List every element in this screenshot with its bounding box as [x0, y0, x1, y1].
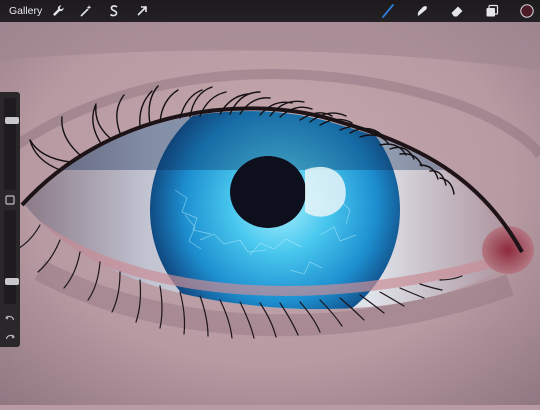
tear-duct — [482, 226, 534, 274]
left-sidebar — [0, 92, 20, 347]
smudge-icon[interactable] — [414, 3, 430, 19]
color-swatch-button[interactable] — [519, 3, 535, 19]
opacity-thumb[interactable] — [5, 278, 19, 285]
layers-icon[interactable] — [484, 3, 500, 19]
brush-icon[interactable] — [380, 3, 396, 19]
brush-size-slider[interactable] — [4, 98, 19, 190]
selection-s-icon[interactable] — [106, 3, 122, 19]
opacity-slider[interactable] — [4, 210, 19, 304]
magic-wand-icon[interactable] — [78, 3, 94, 19]
transform-arrow-icon[interactable] — [134, 3, 150, 19]
top-toolbar: Gallery — [0, 0, 540, 22]
eraser-icon[interactable] — [449, 3, 465, 19]
square-modify-icon[interactable] — [5, 195, 15, 205]
gallery-button[interactable]: Gallery — [9, 5, 42, 17]
wrench-icon[interactable] — [50, 3, 66, 19]
drawing-canvas[interactable] — [0, 0, 540, 405]
brush-size-thumb[interactable] — [5, 117, 19, 124]
redo-icon[interactable] — [5, 332, 15, 342]
pupil — [230, 156, 306, 228]
undo-icon[interactable] — [5, 313, 15, 323]
